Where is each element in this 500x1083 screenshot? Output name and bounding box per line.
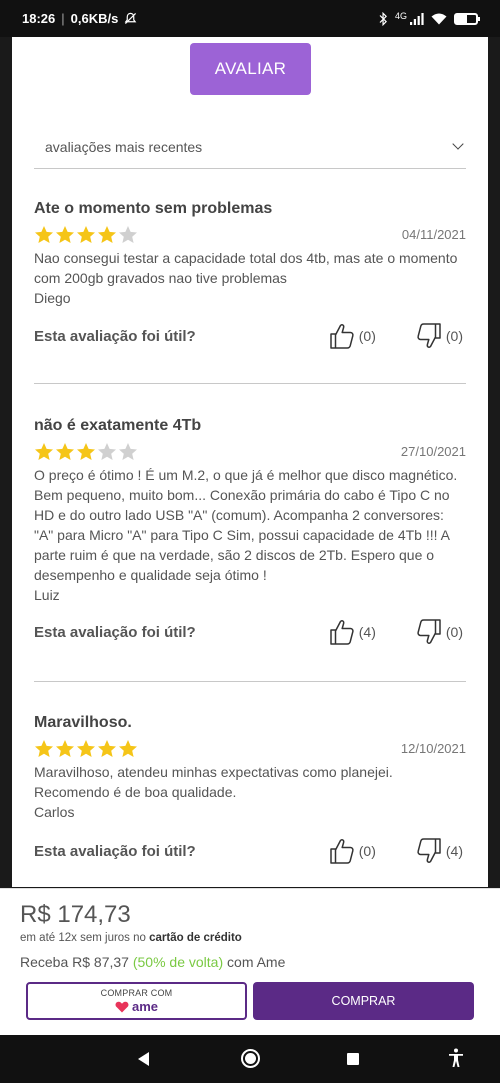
- star-filled-icon: [56, 739, 74, 757]
- star-rating: [34, 442, 138, 461]
- review-author: Carlos: [34, 804, 75, 820]
- cashback-info: Receba R$ 87,37 (50% de volta) com Ame: [20, 954, 286, 970]
- star-rating: [34, 739, 138, 758]
- status-network-speed: 0,6KB/s: [70, 11, 119, 26]
- review-title: não é exatamente 4Tb: [34, 417, 202, 434]
- helpful-label: Esta avaliação foi útil?: [34, 327, 196, 345]
- review-title: Maravilhoso.: [34, 714, 132, 731]
- star-filled-icon: [77, 442, 95, 460]
- vote-not-helpful-button[interactable]: (4): [416, 837, 463, 865]
- reviews-page: AVALIAR avaliações mais recentes Ate o m…: [12, 37, 488, 887]
- ame-brand: ame: [131, 999, 159, 1014]
- helpful-count: (0): [358, 843, 376, 859]
- star-filled-icon: [35, 225, 53, 243]
- buy-with-ame-label: COMPRAR COM: [100, 988, 173, 998]
- home-icon[interactable]: [241, 1049, 260, 1068]
- rate-product-button[interactable]: AVALIAR: [190, 43, 311, 95]
- heart-icon: [115, 1001, 129, 1012]
- installments-info: em até 12x sem juros no cartão de crédit…: [20, 932, 242, 944]
- recent-apps-icon[interactable]: [347, 1053, 359, 1065]
- star-empty-icon: [119, 442, 137, 460]
- review-date: 04/11/2021: [401, 226, 466, 242]
- wifi-icon: [431, 13, 447, 24]
- vote-helpful-button[interactable]: (0): [329, 837, 376, 865]
- star-filled-icon: [98, 225, 116, 243]
- vote-not-helpful-button[interactable]: (0): [416, 618, 463, 646]
- review-author: Diego: [34, 290, 71, 306]
- ame-logo: ame: [115, 999, 158, 1014]
- helpful-label: Esta avaliação foi útil?: [34, 623, 196, 641]
- review-text: O preço é ótimo ! É um M.2, o que já é m…: [34, 467, 458, 583]
- not-helpful-count: (0): [445, 624, 463, 640]
- buy-button[interactable]: COMPRAR: [253, 982, 474, 1020]
- bluetooth-icon: [379, 11, 387, 26]
- battery-icon: [454, 12, 480, 25]
- star-filled-icon: [35, 442, 53, 460]
- vote-not-helpful-button[interactable]: (0): [416, 322, 463, 350]
- review-item: Ate o momento sem problemas 04/11/2021 N…: [34, 200, 466, 351]
- payment-method: cartão de crédito: [149, 932, 242, 944]
- star-rating: [34, 225, 138, 244]
- product-price: R$ 174,73: [20, 901, 131, 928]
- purchase-panel: R$ 174,73 em até 12x sem juros no cartão…: [0, 888, 500, 1035]
- not-helpful-count: (0): [445, 328, 463, 344]
- helpful-row: Esta avaliação foi útil? (0) (4): [34, 836, 466, 866]
- star-filled-icon: [56, 225, 74, 243]
- review-date: 12/10/2021: [400, 740, 466, 756]
- accessibility-icon[interactable]: [448, 1048, 464, 1068]
- review-divider: [34, 383, 466, 384]
- thumbs-up-icon: [330, 620, 354, 645]
- back-icon[interactable]: [138, 1052, 149, 1066]
- system-nav-bar: [0, 1035, 500, 1083]
- sort-dropdown[interactable]: avaliações mais recentes: [34, 125, 466, 169]
- mute-icon: [124, 12, 137, 25]
- vote-helpful-button[interactable]: (4): [329, 618, 376, 646]
- review-item: Maravilhoso. 12/10/2021 Maravilhoso, ate…: [34, 714, 466, 866]
- thumbs-up-icon: [330, 324, 354, 349]
- phone-screen: 18:26 | 0,6KB/s 4G AVALIAR avaliações ma…: [0, 0, 500, 1083]
- star-filled-icon: [119, 739, 137, 757]
- review-title: Ate o momento sem problemas: [34, 200, 273, 217]
- thumbs-down-icon: [417, 619, 441, 644]
- thumbs-down-icon: [417, 323, 441, 348]
- vote-helpful-button[interactable]: (0): [329, 322, 376, 350]
- cell-signal-icon: [410, 12, 424, 25]
- buy-with-ame-button[interactable]: COMPRAR COM ame: [26, 982, 247, 1020]
- star-empty-icon: [119, 225, 137, 243]
- star-filled-icon: [35, 739, 53, 757]
- star-filled-icon: [98, 739, 116, 757]
- review-text: Nao consegui testar a capacidade total d…: [34, 250, 458, 286]
- thumbs-up-icon: [330, 839, 354, 864]
- network-type: 4G: [394, 10, 407, 21]
- star-empty-icon: [98, 442, 116, 460]
- helpful-label: Esta avaliação foi útil?: [34, 842, 196, 860]
- star-filled-icon: [77, 225, 95, 243]
- sort-selected-label: avaliações mais recentes: [45, 138, 203, 155]
- helpful-row: Esta avaliação foi útil? (4) (0): [34, 617, 466, 647]
- chevron-down-icon: [452, 138, 464, 150]
- thumbs-down-icon: [417, 838, 441, 863]
- not-helpful-count: (4): [445, 843, 463, 859]
- review-date: 27/10/2021: [400, 443, 466, 459]
- review-author: Luiz: [34, 587, 60, 603]
- helpful-count: (4): [358, 624, 376, 640]
- star-filled-icon: [56, 442, 74, 460]
- helpful-row: Esta avaliação foi útil? (0) (0): [34, 321, 466, 351]
- star-filled-icon: [77, 739, 95, 757]
- helpful-count: (0): [358, 328, 376, 344]
- cashback-percent: (50% de volta): [132, 954, 224, 970]
- review-text: Maravilhoso, atendeu minhas expectativas…: [34, 764, 393, 800]
- status-time: 18:26: [22, 11, 56, 26]
- review-item: não é exatamente 4Tb 27/10/2021 O preço …: [34, 417, 466, 647]
- status-bar: 18:26 | 0,6KB/s 4G: [0, 0, 500, 37]
- review-divider: [34, 681, 466, 682]
